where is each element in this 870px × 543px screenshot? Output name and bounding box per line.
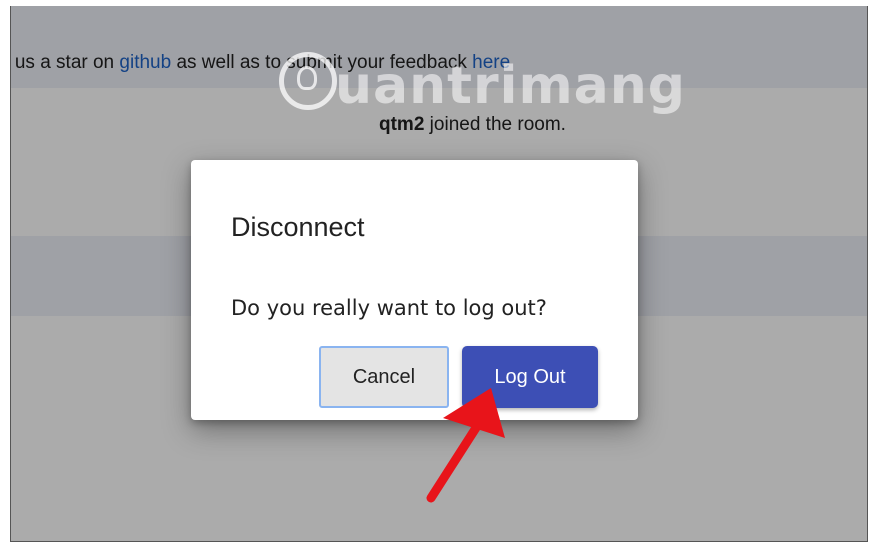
log-out-button[interactable]: Log Out <box>462 346 598 408</box>
dialog-title: Disconnect <box>231 212 365 242</box>
cancel-button[interactable]: Cancel <box>319 346 449 408</box>
app-window: e us a star on github as well as to subm… <box>10 6 868 542</box>
dialog-message: Do you really want to log out? <box>231 296 547 320</box>
disconnect-dialog: Disconnect Do you really want to log out… <box>191 160 638 420</box>
